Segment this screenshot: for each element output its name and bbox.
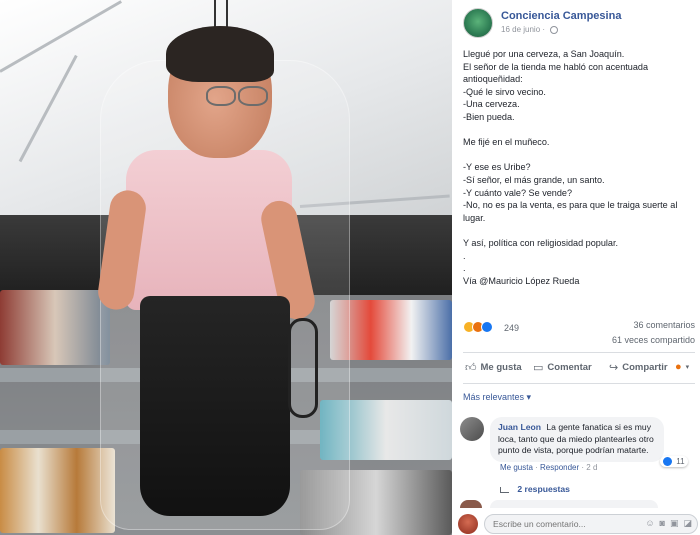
post-paragraph: Me fijé en el muñeco.: [463, 137, 550, 148]
power-cable: [288, 318, 318, 418]
post-body: Llegué por una cerveza, a San Joaquín. E…: [463, 48, 695, 300]
comment-like-link[interactable]: Me gusta: [500, 463, 533, 472]
page-name-link[interactable]: Conciencia Campesina: [501, 10, 621, 22]
post-panel: Conciencia Campesina 16 de junio · Llegu…: [452, 0, 700, 535]
post-paragraph: -Y ese es Uribe? -Sí señor, el más grand…: [463, 162, 678, 223]
share-label: Compartir: [622, 362, 668, 373]
comment-reply-link[interactable]: Responder: [540, 463, 579, 472]
comment-likes-count: 11: [676, 457, 685, 466]
reaction-count[interactable]: 249: [504, 323, 519, 333]
next-comment-bubble: [490, 500, 658, 508]
comment-actions: Me gusta · Responder · 2 d: [500, 463, 598, 472]
divider: [463, 383, 695, 384]
comment-item: Juan Leon La gente fanatica si es muy lo…: [460, 417, 696, 477]
comment-likes-badge[interactable]: 11: [660, 456, 688, 468]
replies-label: 2 respuestas: [517, 484, 570, 494]
doll-hair: [166, 26, 274, 82]
thumbs-up-icon: 👍︎: [465, 362, 477, 374]
share-arrow-icon: ↪: [609, 362, 619, 374]
comment-button[interactable]: ▭ Comentar: [533, 361, 592, 374]
globe-icon: [550, 25, 559, 34]
like-button[interactable]: 👍︎ Me gusta: [465, 361, 522, 374]
photo-goods: [0, 290, 110, 365]
speech-bubble-icon: ▭: [533, 362, 544, 374]
like-label: Me gusta: [480, 362, 522, 373]
comment-age[interactable]: 2 d: [586, 463, 597, 472]
comment-composer: ☺ ◙ ▣ ◪: [458, 512, 698, 535]
reaction-selector[interactable]: ● ▾: [675, 361, 689, 373]
post-paragraph: Y así, política con religiosidad popular…: [463, 237, 619, 286]
comment-bubble: Juan Leon La gente fanatica si es muy lo…: [490, 417, 664, 462]
reaction-face-icon: ●: [675, 361, 682, 373]
like-reaction-icon: [481, 321, 493, 333]
doll-glasses: [238, 86, 268, 106]
chevron-down-icon: ▾: [685, 364, 690, 371]
next-commenter-avatar: [460, 500, 482, 508]
user-avatar: [458, 514, 478, 534]
shares-count-link[interactable]: 61 veces compartido: [612, 335, 695, 345]
commenter-avatar[interactable]: [460, 417, 484, 441]
divider: [463, 352, 695, 353]
share-button[interactable]: ↪ Compartir: [609, 361, 668, 374]
sticker-icon[interactable]: ◪: [683, 518, 692, 529]
post-date-text[interactable]: 16 de junio: [501, 25, 540, 34]
camera-icon[interactable]: ◙: [660, 518, 665, 529]
comment-author-link[interactable]: Juan Leon: [498, 422, 541, 432]
gif-icon[interactable]: ▣: [670, 518, 679, 529]
post-header: Conciencia Campesina 16 de junio ·: [463, 6, 693, 40]
comments-count-link[interactable]: 36 comentarios: [633, 320, 695, 330]
photo-goods: [0, 448, 115, 533]
emoji-icon[interactable]: ☺: [645, 518, 654, 529]
comment-label: Comentar: [547, 362, 592, 373]
page-avatar[interactable]: [463, 8, 493, 38]
like-reaction-icon: [663, 457, 672, 467]
post-stats: 249 36 comentarios 61 veces compartido: [463, 318, 695, 348]
comment-filter-label: Más relevantes: [463, 392, 525, 402]
composer-icons: ☺ ◙ ▣ ◪: [645, 518, 692, 529]
doll-pants: [140, 296, 290, 516]
chevron-down-icon: ▾: [526, 392, 532, 402]
post-paragraph: Llegué por una cerveza, a San Joaquín. E…: [463, 49, 649, 122]
post-date[interactable]: 16 de junio ·: [501, 25, 559, 34]
reply-arrow-icon: [500, 486, 509, 493]
doll-glasses: [206, 86, 236, 106]
post-actions: 👍︎ Me gusta ▭ Comentar ↪ Compartir ● ▾: [463, 357, 695, 379]
post-photo[interactable]: [0, 0, 452, 535]
view-replies-link[interactable]: 2 respuestas: [500, 484, 570, 494]
comment-filter-dropdown[interactable]: Más relevantes ▾: [463, 392, 531, 403]
